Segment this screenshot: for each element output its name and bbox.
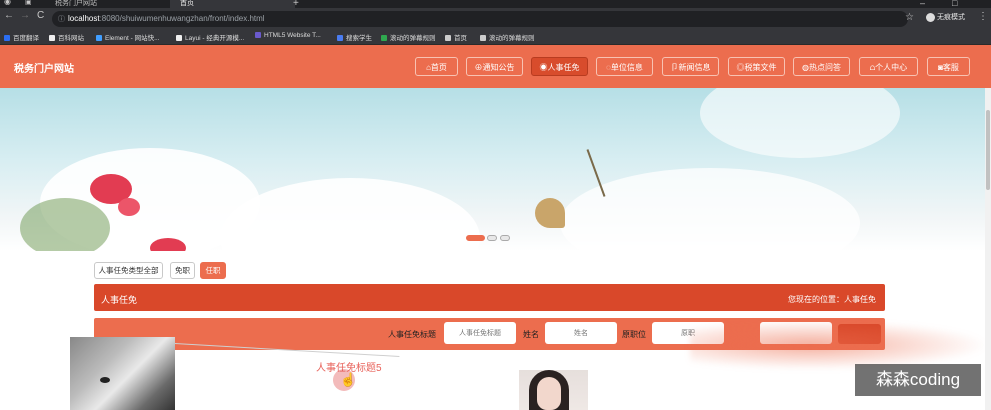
bookmark-favicon-icon <box>176 35 182 42</box>
search-label-title: 人事任免标题 <box>388 330 436 339</box>
url-path: :8080/shuiwumenhuwangzhan/front/index.ht… <box>99 14 265 23</box>
nav-notice-button[interactable]: ⊕通知公告 <box>466 57 523 76</box>
title-search-input[interactable] <box>444 322 516 344</box>
bookmark-star-icon[interactable]: ☆ <box>905 12 914 23</box>
tab-title: 首页 <box>180 0 194 7</box>
nav-news-button[interactable]: 卩新闻信息 <box>662 57 719 76</box>
nav-customer-service-button[interactable]: ◙客服 <box>927 57 970 76</box>
tab-search-icon[interactable]: ▣ <box>25 0 32 6</box>
bookmark-favicon-icon <box>255 32 261 39</box>
bookmark-label: Element - 网站快... <box>105 35 160 42</box>
name-search-input[interactable] <box>545 322 617 344</box>
more-menu-icon[interactable]: ⋮ <box>978 11 988 22</box>
nav-user-center-button[interactable]: ⩍个人中心 <box>859 57 918 76</box>
minimize-button[interactable]: – <box>920 0 925 8</box>
banner-flower <box>150 238 186 251</box>
nav-unit-info-button[interactable]: ◌单位信息 <box>596 57 653 76</box>
bookmark-label: Layui - 经典开源模... <box>185 35 245 42</box>
site-logo[interactable]: 税务门户网站 <box>14 60 74 75</box>
incognito-icon <box>926 12 935 22</box>
nav-personnel-button[interactable]: ◉人事任免 <box>531 57 588 76</box>
section-header <box>94 284 885 311</box>
maximize-button[interactable]: □ <box>952 0 957 8</box>
tab-title: 税务门户网站 <box>55 0 97 7</box>
filter-appoint-button[interactable]: 任职 <box>200 262 226 279</box>
breadcrumb: 您现在的位置：人事任免 <box>788 295 876 304</box>
back-icon[interactable]: ← <box>4 10 14 21</box>
filter-all-button[interactable]: 人事任免类型全部 <box>94 262 163 279</box>
url-host: localhost <box>68 14 100 23</box>
bookmark-label: 滚动的弹幕规则 <box>489 35 535 42</box>
bookmark-item[interactable]: 滚动的弹幕规则 <box>480 32 535 42</box>
nav-hot-qa-button[interactable]: ◍热点问答 <box>793 57 850 76</box>
banner-dried-flower <box>535 198 565 228</box>
section-title: 人事任免 <box>101 295 138 305</box>
bookmark-favicon-icon <box>480 35 486 42</box>
bookmark-favicon-icon <box>4 35 10 42</box>
bookmark-item[interactable]: Element - 网站快... <box>96 32 160 42</box>
portrait-face <box>537 377 561 410</box>
banner-carousel <box>0 88 991 251</box>
bookmark-favicon-icon <box>49 35 55 42</box>
bookmark-label: 首页 <box>454 35 467 42</box>
item-thumbnail[interactable] <box>70 337 175 410</box>
bookmark-label: 滚动的弹幕规则 <box>390 35 436 42</box>
watermark: 森森coding <box>855 364 981 396</box>
filter-dismiss-button[interactable]: 免职 <box>170 262 195 279</box>
banner-cloud <box>700 88 900 158</box>
banner-leaves <box>20 198 110 251</box>
carousel-dot[interactable] <box>500 235 510 241</box>
incognito-profile[interactable]: 无痕模式 <box>926 12 965 22</box>
hand-cursor-icon: ☝ <box>340 372 357 387</box>
bookmark-favicon-icon <box>445 35 451 42</box>
url-text: localhost:8080/shuiwumenhuwangzhan/front… <box>68 14 265 23</box>
carousel-dot[interactable] <box>466 235 485 241</box>
bookmark-item[interactable]: HTML5 Website T... <box>255 32 321 39</box>
search-label-name: 姓名 <box>523 330 539 339</box>
bookmark-item[interactable]: 首页 <box>445 32 467 42</box>
tab-home[interactable]: 首页 <box>170 0 295 8</box>
bookmark-item[interactable]: 滚动的弹幕规则 <box>381 32 436 42</box>
browser-menu-icon[interactable]: ◉ <box>4 0 11 6</box>
carousel-dot[interactable] <box>487 235 497 241</box>
bookmark-favicon-icon <box>381 35 387 42</box>
blurred-overlay <box>690 320 990 370</box>
bookmark-item[interactable]: 百科网站 <box>49 32 84 42</box>
search-label-position: 原职位 <box>622 330 646 339</box>
info-icon[interactable]: ⓘ <box>58 14 65 24</box>
bookmark-item[interactable]: 搜索学生 <box>337 32 372 42</box>
bookmark-label: 百度翻译 <box>13 35 39 42</box>
banner-cloud <box>220 178 480 251</box>
profile-label: 无痕模式 <box>937 14 965 21</box>
bookmark-label: HTML5 Website T... <box>264 32 321 39</box>
bookmark-item[interactable]: 百度翻译 <box>4 32 39 42</box>
thumbnail-detail <box>100 377 110 383</box>
banner-flower <box>118 198 140 216</box>
bookmark-label: 搜索学生 <box>346 35 372 42</box>
forward-icon[interactable]: → <box>20 10 30 21</box>
bookmark-label: 百科网站 <box>58 35 84 42</box>
bookmark-item[interactable]: Layui - 经典开源模... <box>176 32 244 42</box>
banner-cloud <box>560 168 860 251</box>
bookmark-favicon-icon <box>96 35 102 42</box>
bookmark-favicon-icon <box>337 35 343 42</box>
tab-tax-portal[interactable]: 税务门户网站 <box>45 0 170 8</box>
scrollbar-thumb[interactable] <box>986 110 990 190</box>
nav-tax-docs-button[interactable]: ◎税策文件 <box>728 57 785 76</box>
nav-home-button[interactable]: ⌂首页 <box>415 57 458 76</box>
reload-icon[interactable]: C <box>37 10 44 21</box>
